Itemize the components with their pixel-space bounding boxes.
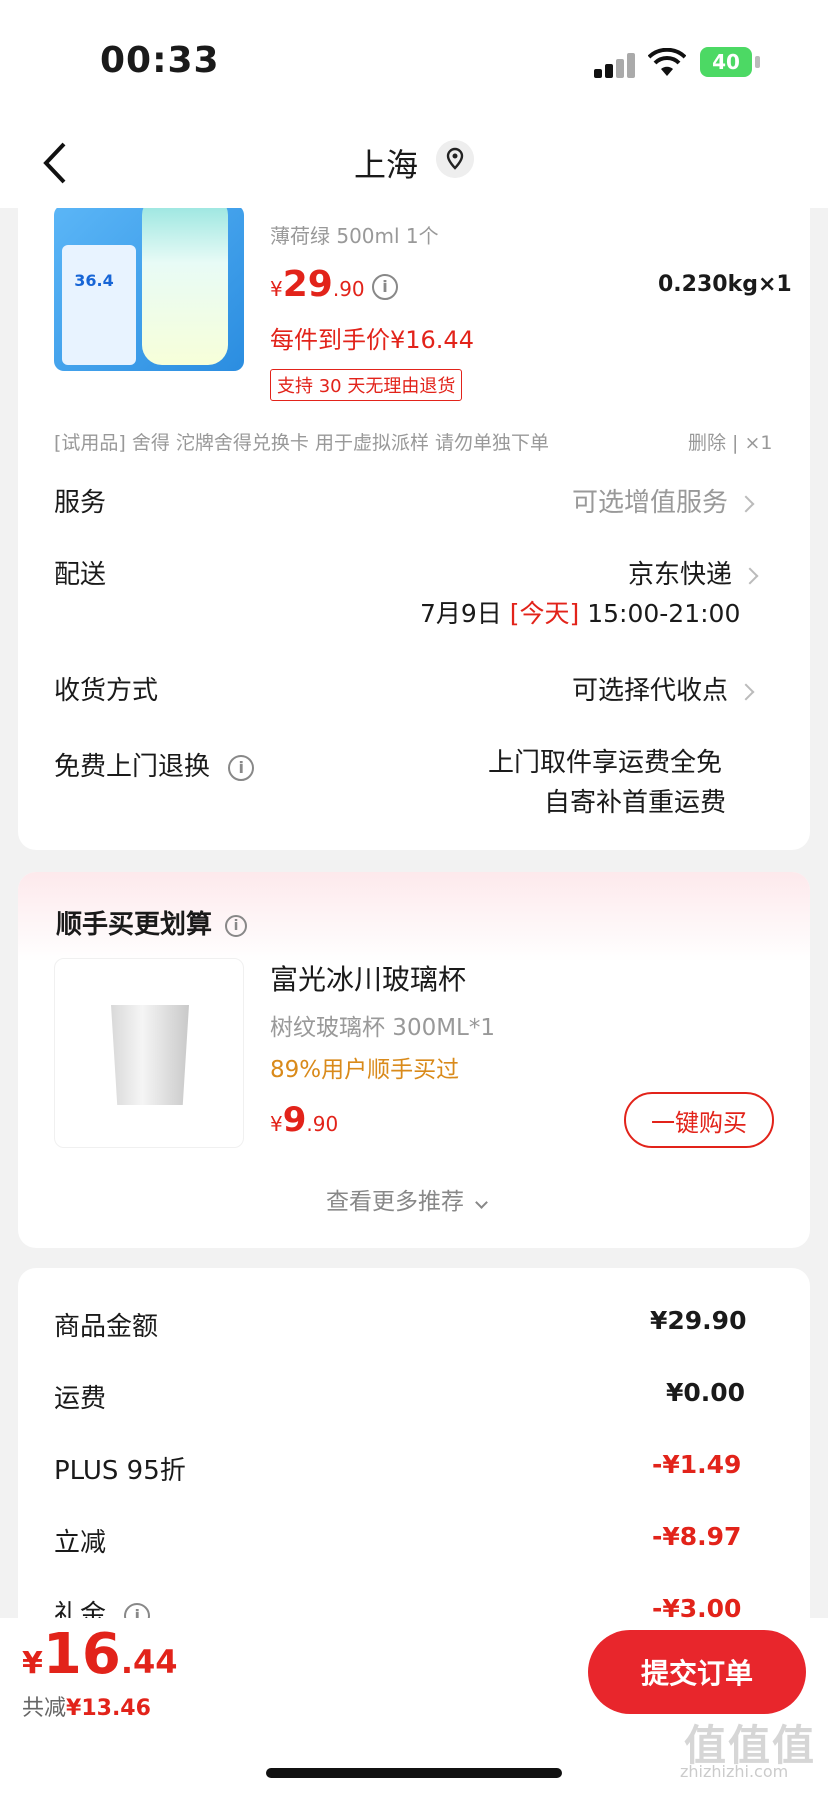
instant-cut-value: -¥8.97: [652, 1522, 742, 1551]
status-bar: 00:33 40: [0, 0, 828, 120]
saved-label: 共减: [22, 1696, 67, 1721]
submit-order-button[interactable]: 提交订单: [588, 1630, 806, 1714]
goods-amount-label: 商品金额: [54, 1312, 159, 1342]
return-info-icon[interactable]: i: [228, 754, 255, 781]
total-price: ¥16.44: [22, 1622, 178, 1687]
total-symbol: ¥: [22, 1646, 43, 1681]
cellular-signal-icon: [594, 52, 636, 78]
trial-item-actions[interactable]: 删除 | ×1: [688, 428, 773, 455]
watermark-domain: zhizhizhi.com: [680, 1762, 789, 1781]
price-integer: 29: [282, 264, 333, 305]
water-bottle-image: [142, 205, 228, 365]
addon-price-integer: 9: [282, 1100, 307, 1140]
product-image[interactable]: 36.4: [54, 205, 244, 371]
goods-amount-value: ¥29.90: [650, 1306, 747, 1335]
battery-icon: 40: [700, 47, 752, 77]
service-value[interactable]: 可选增值服务: [572, 482, 755, 519]
home-indicator[interactable]: [266, 1768, 562, 1778]
delivery-today-tag: [今天]: [509, 599, 580, 628]
saved-value: ¥13.46: [66, 1696, 151, 1721]
plus-discount-label: PLUS 95折: [54, 1456, 186, 1486]
price-symbol: ¥: [270, 277, 283, 301]
product-image-price: 36.4: [74, 271, 114, 290]
return-label: 免费上门退换 i: [54, 746, 255, 783]
final-unit-price: 每件到手价¥16.44: [270, 326, 474, 354]
see-more-link[interactable]: 查看更多推荐: [326, 1182, 489, 1216]
return-line-2: 自寄补首重运费: [544, 788, 727, 818]
addon-info-icon[interactable]: i: [225, 914, 248, 937]
one-click-buy-button[interactable]: 一键购买: [624, 1092, 774, 1148]
total-decimal: .44: [120, 1643, 178, 1681]
nav-title[interactable]: 上海: [354, 140, 418, 186]
glass-cup-image: [111, 1005, 189, 1105]
instant-cut-label: 立减: [54, 1528, 107, 1558]
product-spec: 薄荷绿 500ml 1个: [270, 224, 439, 248]
see-more-text: 查看更多推荐: [326, 1189, 464, 1215]
product-price: ¥29.90: [270, 264, 365, 305]
shipping-label: 运费: [54, 1384, 107, 1414]
delivery-value[interactable]: 京东快递: [628, 554, 759, 591]
addon-title: 顺手买更划算 i: [56, 904, 248, 941]
delivery-value-text: 京东快递: [628, 560, 733, 590]
chevron-right-icon: [741, 567, 759, 584]
delivery-window: 15:00-21:00: [587, 599, 741, 628]
addon-price-symbol: ¥: [270, 1112, 283, 1136]
receive-label: 收货方式: [54, 676, 159, 706]
total-integer: 16: [42, 1622, 121, 1687]
location-pin-icon[interactable]: [436, 140, 474, 178]
delivery-label: 配送: [54, 560, 107, 590]
wifi-icon: [648, 48, 686, 76]
addon-item-name[interactable]: 富光冰川玻璃杯: [270, 958, 466, 998]
addon-item-price: ¥9.90: [270, 1100, 338, 1140]
addon-title-text: 顺手买更划算: [56, 910, 213, 940]
shipping-value: ¥0.00: [666, 1378, 746, 1407]
battery-level: 40: [712, 50, 740, 74]
trial-item-text: [试用品] 舍得 沱牌舍得兑换卡 用于虚拟派样 请勿单独下单: [54, 432, 549, 454]
service-value-text: 可选增值服务: [572, 488, 729, 518]
addon-item-spec: 树纹玻璃杯 300ML*1: [270, 1015, 496, 1041]
total-saved: 共减¥13.46: [22, 1690, 151, 1722]
price-info-icon[interactable]: i: [372, 274, 398, 300]
glass-product-image[interactable]: [54, 958, 244, 1148]
service-label: 服务: [54, 488, 107, 518]
chevron-right-icon: [737, 683, 755, 700]
return-policy-badge: 支持 30 天无理由退货: [270, 369, 463, 401]
nav-bar: 上海: [0, 120, 828, 208]
delivery-date: 7月9日: [420, 599, 502, 628]
battery-cap: [755, 56, 760, 68]
return-label-text: 免费上门退换: [54, 752, 211, 782]
chevron-right-icon: [737, 495, 755, 512]
delivery-time[interactable]: 7月9日 [今天] 15:00-21:00: [420, 594, 740, 630]
addon-price-decimal: .90: [306, 1112, 339, 1136]
status-time: 00:33: [100, 40, 220, 81]
plus-discount-value: -¥1.49: [652, 1450, 742, 1479]
chevron-down-icon: [475, 1196, 489, 1209]
price-decimal: .90: [332, 277, 365, 301]
addon-item-stat: 89%用户顺手买过: [270, 1057, 460, 1083]
return-line-1: 上门取件享运费全免: [488, 748, 723, 778]
receive-value-text: 可选择代收点: [572, 676, 729, 706]
product-weight: 0.230kg×1: [658, 272, 792, 297]
product-promo-panel: [62, 245, 136, 365]
receive-value[interactable]: 可选择代收点: [572, 670, 755, 707]
back-arrow-icon[interactable]: [40, 140, 70, 186]
